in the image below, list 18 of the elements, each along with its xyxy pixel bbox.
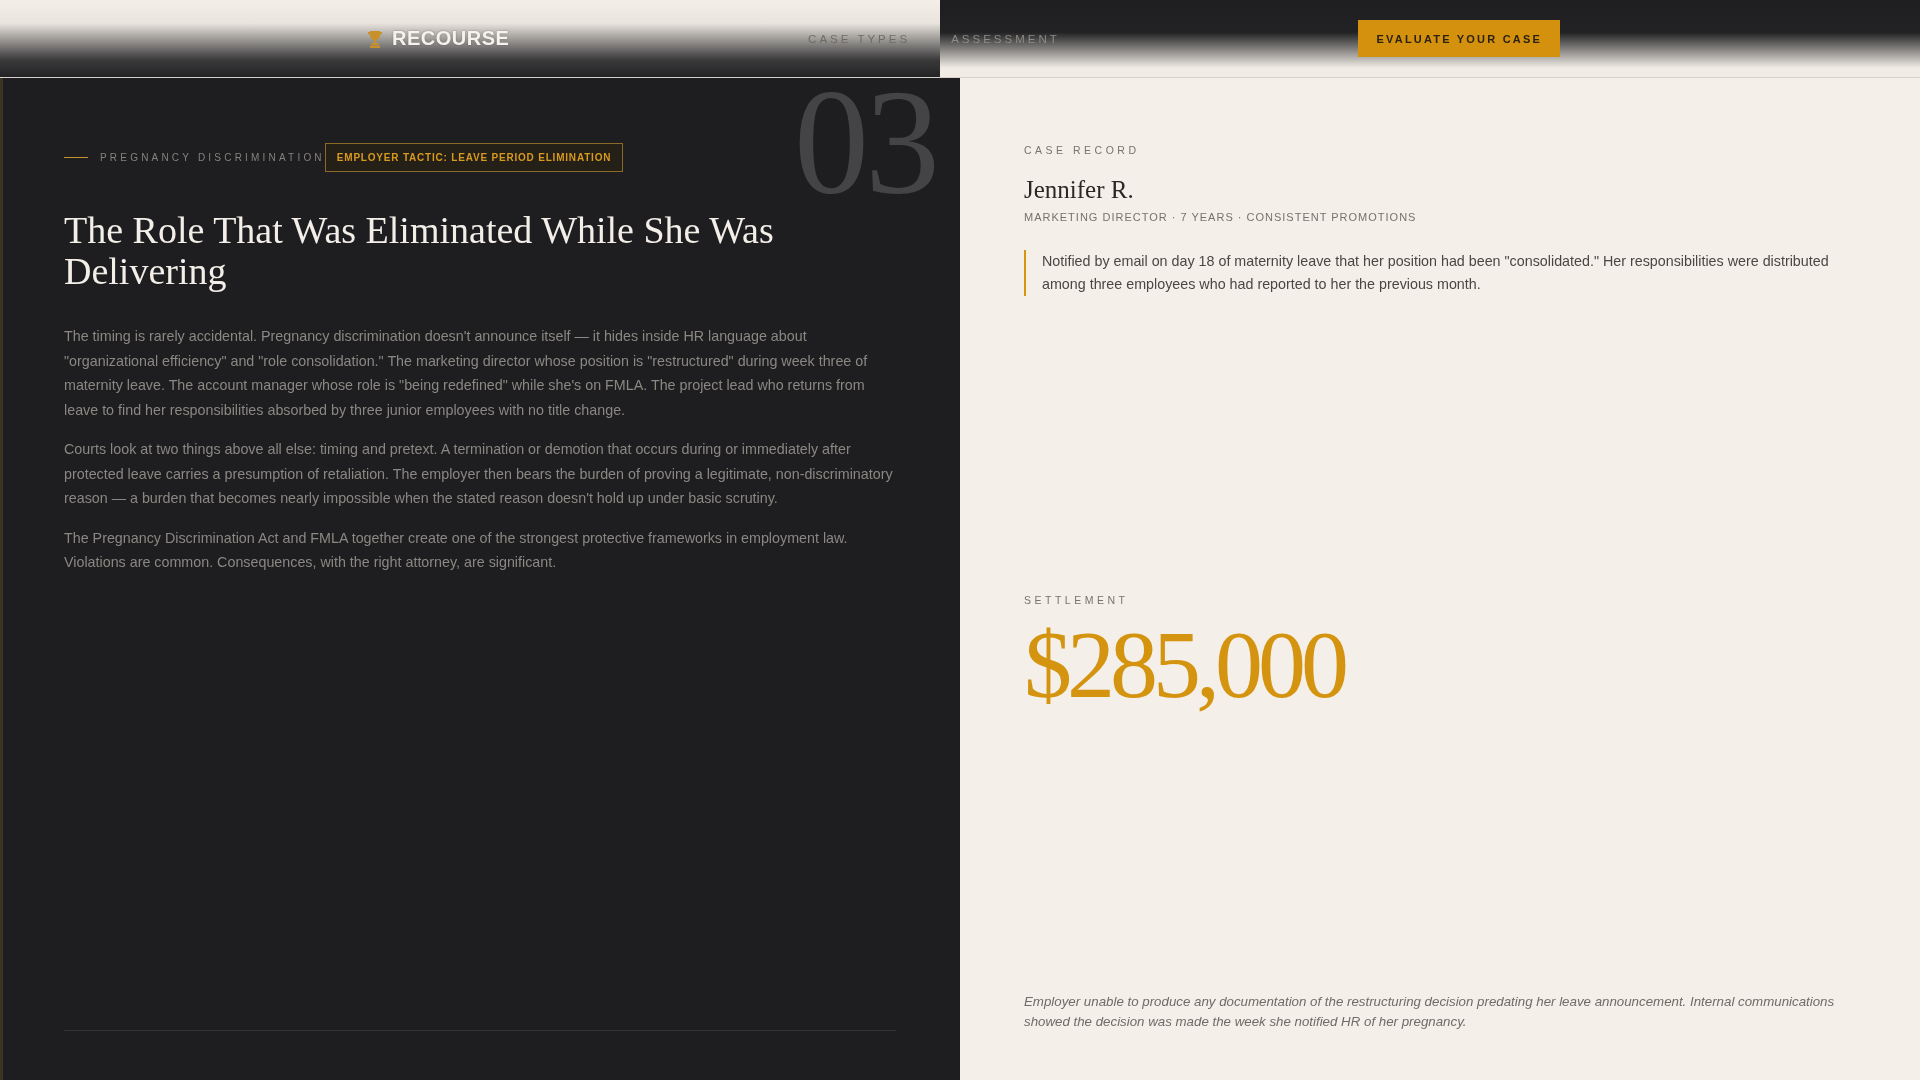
settlement-amount: $285,000 <box>1024 610 1344 720</box>
case-quote: Notified by email on day 18 of maternity leave that her position had been "consolidated." Her responsibilities were distributed among three employees who had reported to her the previous month. <box>1024 250 1856 296</box>
evaluate-case-button[interactable]: EVALUATE YOUR CASE <box>1358 20 1560 57</box>
logo-text[interactable]: RECOURSE <box>392 27 510 50</box>
trophy-icon <box>368 29 382 48</box>
tactic-tag: EMPLOYER TACTIC: LEAVE PERIOD ELIMINATION <box>324 142 624 172</box>
client-details: MARKETING DIRECTOR · 7 YEARS · CONSISTENT PROMOTIONS <box>1024 211 1417 223</box>
case-record-label: CASE RECORD <box>1024 144 1140 156</box>
article-paragraph: Courts look at two things above all else: timing and pretext. A termination or demotion that occurs during or immediately after protected leave carries a presumption of retaliation. The employer then bears the burden of proving a legitimate, non-discriminatory reason — a burden that becomes nearly impossible when the stated reason doesn't hold up under basic scrutiny. <box>64 440 894 508</box>
settlement-label: SETTLEMENT <box>1024 594 1129 606</box>
article-paragraph: The timing is rarely accidental. Pregnancy discrimination doesn't announce itself — it hides inside HR language about "organizational efficiency" and "role consolidation." The marketing director whose position is "restructured" during week three of maternity leave. The account manager whose role is "being redefined" while she's on FMLA. The project lead who returns from leave to find her responsibilities absorbed by three junior employees with no title change. <box>64 327 869 420</box>
client-name: Jennifer R. <box>1024 176 1134 204</box>
category-label: PREGNANCY DISCRIMINATION <box>100 151 325 163</box>
nav-link[interactable]: ASSESSMENT <box>951 32 1060 45</box>
article-title: The Role That Was Eliminated While She Was Delivering <box>64 210 775 292</box>
article-paragraph: The Pregnancy Discrimination Act and FMLA together create one of the strongest protective frameworks in employment law. Violations are common. Consequences, with the right attorney, are significant. <box>64 528 849 572</box>
case-note: Employer unable to produce any documentation of the restructuring decision predating her leave announcement. Internal communications showed the decision was made the week she notified HR of her pregnancy. <box>1024 993 1836 1031</box>
nav-link[interactable]: CASE TYPES <box>808 32 911 45</box>
